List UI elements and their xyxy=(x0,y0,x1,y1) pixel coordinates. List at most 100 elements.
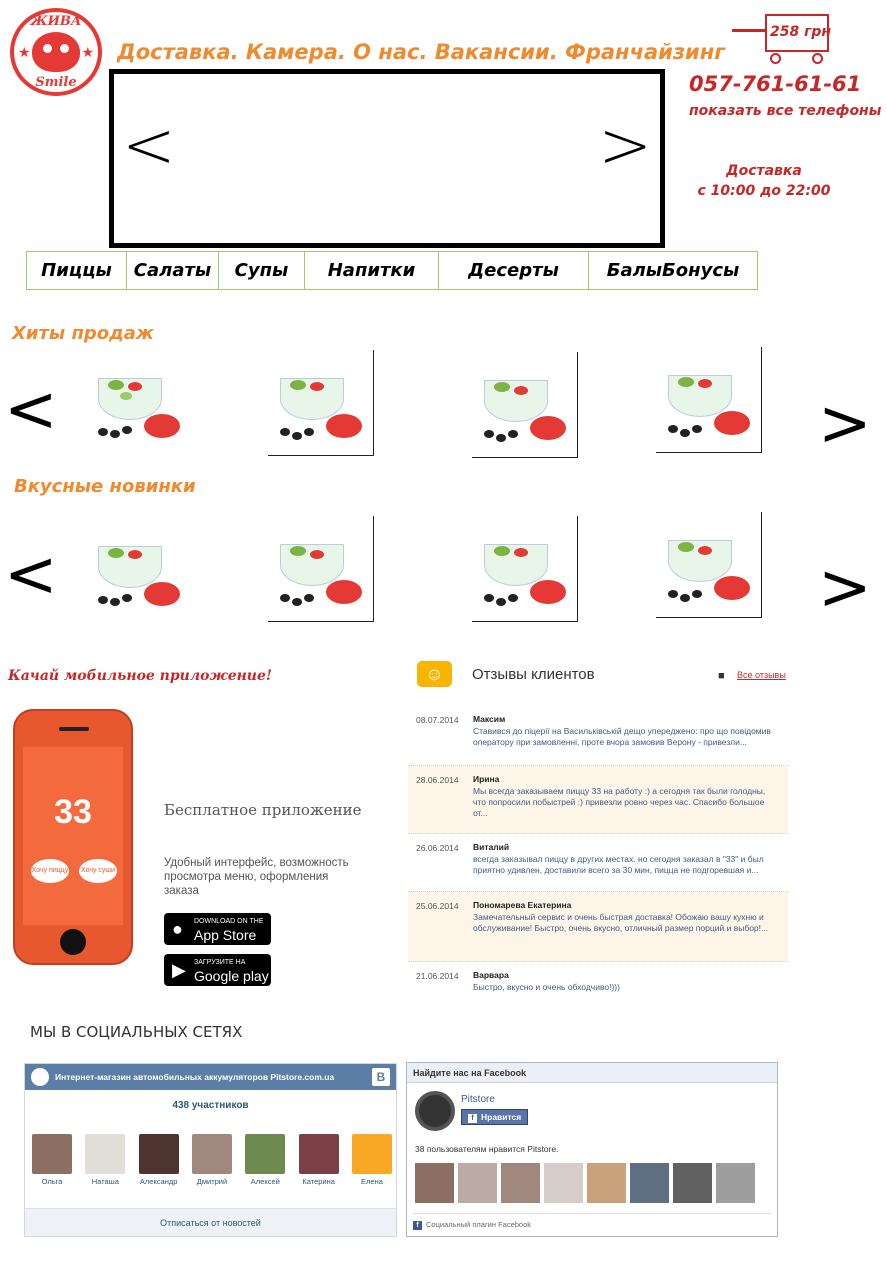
app-bubble-pizza: Хочу пиццу xyxy=(31,859,69,883)
fb-like-button[interactable]: f Нравится xyxy=(461,1109,529,1125)
play-icon: ▶ xyxy=(172,959,186,980)
app-free-label: Бесплатное приложение xyxy=(164,801,362,819)
product-card[interactable] xyxy=(268,516,374,622)
app-section-title: Качай мобильное приложение! xyxy=(8,668,273,684)
review-item: 28.06.2014 Ирина Мы всегда заказываем пиц… xyxy=(408,766,788,834)
reviews-title: Отзывы клиентов xyxy=(472,666,595,683)
product-card[interactable] xyxy=(86,518,192,624)
category-menu: Пиццы Салаты Супы Напитки Десерты БалыБо… xyxy=(26,251,758,290)
product-card[interactable] xyxy=(472,352,578,458)
product-card[interactable] xyxy=(472,516,578,622)
star-icon: ★ xyxy=(18,44,31,60)
top-navigation[interactable]: Доставка. Камера. О нас. Вакансии. Франч… xyxy=(117,40,725,64)
reviews-list: 08.07.2014 Максим Ставився до піцерії на … xyxy=(408,706,788,1000)
review-item: 26.06.2014 Виталий всегда заказывал пиццу… xyxy=(408,834,788,892)
hits-title: Хиты продаж xyxy=(12,323,154,344)
avatar xyxy=(138,1134,179,1174)
vk-members-list: Ольга Наташа Александр Дмитрий Алексей К… xyxy=(31,1134,393,1186)
facebook-icon: f xyxy=(468,1114,477,1123)
cart-icon xyxy=(732,29,766,32)
review-item: 08.07.2014 Максим Ставився до піцерії на … xyxy=(408,706,788,766)
avatar xyxy=(298,1134,339,1174)
avatar[interactable] xyxy=(501,1163,540,1203)
smile-icon: ☺ xyxy=(417,661,452,687)
category-salads[interactable]: Салаты xyxy=(127,252,219,289)
avatar xyxy=(351,1134,392,1174)
comment-icon: ■ xyxy=(718,670,725,682)
product-card[interactable] xyxy=(86,350,192,456)
delivery-time: с 10:00 до 22:00 xyxy=(697,183,831,199)
phone-mockup-image: 33 Хочу пиццу Хочу суши xyxy=(13,709,133,965)
fb-faces-list xyxy=(415,1163,755,1203)
banner-slider: < > xyxy=(109,69,665,248)
avatar[interactable] xyxy=(630,1163,669,1203)
category-soups[interactable]: Супы xyxy=(219,252,305,289)
new-items-title: Вкусные новинки xyxy=(14,476,196,497)
review-item: 21.06.2014 Варвара Быстро, вкусно и очень… xyxy=(416,970,620,992)
vk-member[interactable]: Елена xyxy=(351,1134,393,1186)
appstore-button[interactable]: ● Download on the App Store xyxy=(164,913,271,945)
vk-member[interactable]: Катерина xyxy=(298,1134,340,1186)
apple-icon: ● xyxy=(172,918,183,939)
category-pizza[interactable]: Пиццы xyxy=(27,252,127,289)
review-item: 25.06.2014 Пономарева Екатерина Замечател… xyxy=(408,892,788,962)
fb-header: Найдите нас на Facebook xyxy=(407,1063,777,1083)
hits-prev-button[interactable]: < xyxy=(4,378,58,442)
social-title: МЫ В СОЦИАЛЬНЫХ СЕТЯХ xyxy=(30,1023,243,1041)
category-bonuses[interactable]: БалыБонусы xyxy=(589,252,757,289)
fb-page-avatar[interactable] xyxy=(415,1091,455,1131)
phone-number[interactable]: 057-761-61-61 xyxy=(689,72,861,96)
banner-prev-button[interactable]: < xyxy=(122,114,176,178)
fb-likes-count: 38 пользователям нравится Pitstore. xyxy=(415,1144,559,1154)
app-description: Удобный интерфейс, возможность просмотра… xyxy=(164,857,349,897)
logo[interactable]: ЖИВА ★ ★ Smile xyxy=(10,8,102,96)
new-prev-button[interactable]: < xyxy=(4,543,58,607)
avatar xyxy=(245,1134,286,1174)
google-play-button[interactable]: ▶ Загрузите на Google play xyxy=(164,954,271,986)
group-avatar xyxy=(31,1068,49,1086)
new-next-button[interactable]: > xyxy=(818,556,872,620)
avatar[interactable] xyxy=(415,1163,454,1203)
logo-bottom-text: Smile xyxy=(35,75,77,90)
vk-member[interactable]: Наташа xyxy=(84,1134,126,1186)
app-screen-number: 33 xyxy=(54,793,92,831)
facebook-icon: f xyxy=(413,1221,422,1230)
star-icon: ★ xyxy=(81,44,94,60)
facebook-widget: Найдите нас на Facebook Pitstore f Нравит… xyxy=(406,1062,778,1237)
vk-member[interactable]: Ольга xyxy=(31,1134,73,1186)
cart-button[interactable]: 258 грн xyxy=(732,14,832,64)
product-card[interactable] xyxy=(268,350,374,456)
delivery-title: Доставка xyxy=(726,163,802,179)
avatar[interactable] xyxy=(458,1163,497,1203)
vk-unsubscribe-button[interactable]: Отписаться от новостей xyxy=(25,1208,396,1236)
avatar[interactable] xyxy=(587,1163,626,1203)
fb-page-name[interactable]: Pitstore xyxy=(461,1094,495,1105)
hits-next-button[interactable]: > xyxy=(818,392,872,456)
tomato-mascot-icon xyxy=(32,32,80,72)
all-reviews-link[interactable]: Все отзывы xyxy=(737,670,786,680)
fb-plugin-footer: f Социальный плагин Facebook xyxy=(413,1213,771,1230)
avatar[interactable] xyxy=(716,1163,755,1203)
vk-member[interactable]: Александр xyxy=(138,1134,180,1186)
avatar xyxy=(85,1134,126,1174)
category-desserts[interactable]: Десерты xyxy=(439,252,589,289)
vk-member[interactable]: Алексей xyxy=(244,1134,286,1186)
product-card[interactable] xyxy=(656,512,762,618)
avatar[interactable] xyxy=(544,1163,583,1203)
avatar xyxy=(191,1134,232,1174)
vk-widget: Интернет-магазин автомобильных аккумулят… xyxy=(24,1063,397,1237)
banner-next-button[interactable]: > xyxy=(598,114,652,178)
vk-logo-icon: В xyxy=(372,1068,390,1086)
product-card[interactable] xyxy=(656,347,762,453)
avatar[interactable] xyxy=(673,1163,712,1203)
avatar xyxy=(32,1134,72,1174)
show-all-phones-link[interactable]: показать все телефоны xyxy=(689,103,881,119)
logo-top-text: ЖИВА xyxy=(30,14,82,29)
category-drinks[interactable]: Напитки xyxy=(305,252,439,289)
delivery-hours: Доставка с 10:00 до 22:00 xyxy=(689,161,839,201)
app-bubble-sushi: Хочу суши xyxy=(79,859,117,883)
cart-total: 258 грн xyxy=(770,24,832,40)
vk-group-name[interactable]: Интернет-магазин автомобильных аккумулят… xyxy=(55,1072,334,1082)
vk-member[interactable]: Дмитрий xyxy=(191,1134,233,1186)
vk-members-count[interactable]: 438 участников xyxy=(25,1100,396,1111)
